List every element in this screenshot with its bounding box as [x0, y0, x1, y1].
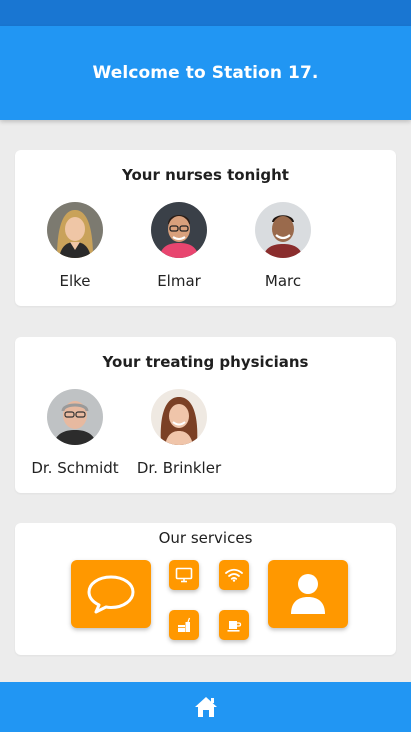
services-card: Our services	[15, 523, 396, 655]
nurse-elmar[interactable]: Elmar	[127, 202, 231, 290]
physicians-card: Your treating physicians Dr. Schmidt Dr.…	[15, 337, 396, 493]
chat-bubble-icon	[87, 575, 135, 614]
avatar	[151, 202, 207, 258]
avatar	[47, 202, 103, 258]
nurse-name: Elke	[59, 272, 91, 290]
avatar	[255, 202, 311, 258]
coffee-button[interactable]	[219, 610, 249, 640]
wifi-icon	[225, 568, 243, 582]
chat-button[interactable]	[71, 560, 151, 628]
nurses-card: Your nurses tonight Elke Elmar Marc	[15, 150, 396, 306]
home-icon[interactable]	[194, 696, 218, 718]
nurse-elke[interactable]: Elke	[23, 202, 127, 290]
avatar	[151, 389, 207, 445]
profile-button[interactable]	[268, 560, 348, 628]
avatar	[47, 389, 103, 445]
physician-brinkler[interactable]: Dr. Brinkler	[127, 389, 231, 477]
nurse-name: Marc	[264, 272, 302, 290]
physicians-card-title: Your treating physicians	[102, 353, 309, 371]
nurses-card-title: Your nurses tonight	[122, 166, 289, 184]
tv-button[interactable]	[169, 560, 199, 590]
nurse-marc[interactable]: Marc	[231, 202, 335, 290]
bottom-nav	[0, 682, 411, 732]
status-bar	[0, 0, 411, 26]
user-icon	[291, 574, 325, 614]
wifi-button[interactable]	[219, 560, 249, 590]
physician-name: Dr. Brinkler	[136, 459, 222, 477]
coffee-icon	[227, 621, 242, 632]
tv-icon	[175, 567, 193, 583]
app-header: Welcome to Station 17.	[0, 26, 411, 120]
services-card-title: Our services	[158, 529, 253, 547]
drink-icon	[178, 617, 191, 632]
nurse-name: Elmar	[157, 272, 201, 290]
drink-button[interactable]	[169, 610, 199, 640]
physician-schmidt[interactable]: Dr. Schmidt	[23, 389, 127, 477]
page-title: Welcome to Station 17.	[92, 63, 319, 83]
physician-name: Dr. Schmidt	[31, 459, 119, 477]
